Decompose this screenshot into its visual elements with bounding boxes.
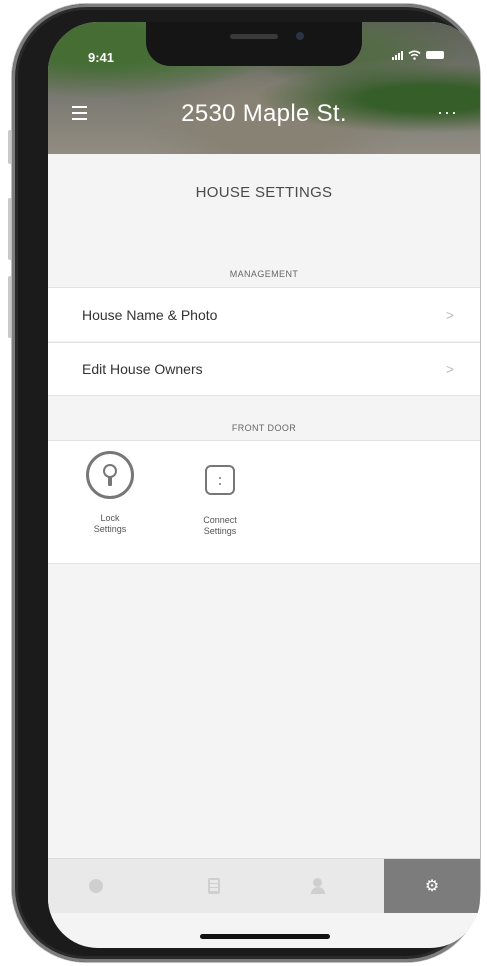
lock-icon [86,451,134,499]
section-header-front-door: FRONT DOOR [231,423,297,433]
tile-label: Lock [100,513,120,523]
connect-icon [205,465,235,495]
activity-icon [89,879,103,893]
edit-house-owners-row[interactable]: Edit House Owners > [48,342,480,396]
page-title: HOUSE SETTINGS [195,184,333,201]
section-header-management: MANAGEMENT [229,269,299,279]
guests-icon [311,878,333,894]
wifi-icon [408,50,421,60]
row-label: House Name & Photo [82,306,218,323]
front-camera [296,32,304,40]
home-indicator [200,934,330,939]
connect-settings-tile[interactable]: Connect Settings [180,451,260,537]
phone-frame: 9:41 2530 Maple St. ··· HOUSE SETTINGS M… [12,4,480,962]
tab-settings[interactable]: ⚙ [384,859,480,913]
speaker-grille [230,34,278,39]
battery-icon [426,51,444,59]
status-time: 9:41 [88,50,115,65]
signal-icon [392,50,403,60]
notch [146,22,362,66]
tab-activity[interactable] [48,859,144,913]
chevron-right-icon: > [445,306,454,323]
settings-gear-icon: ⚙ [424,878,440,895]
house-name-photo-row[interactable]: House Name & Photo > [48,287,480,341]
tab-guests[interactable] [274,859,370,913]
tile-label: Connect [203,515,237,525]
tile-label: Settings [203,526,237,536]
more-options-icon[interactable]: ··· [437,102,458,123]
bottom-tab-bar: ⚙ [48,858,480,913]
front-door-panel: Lock Settings Connect Settings [48,440,480,564]
tab-list[interactable] [166,859,262,913]
lock-settings-tile[interactable]: Lock Settings [70,451,150,535]
list-icon [208,878,220,894]
tile-label: Settings [93,524,127,534]
status-icons [392,50,444,60]
row-label: Edit House Owners [82,361,203,377]
phone-screen: 9:41 2530 Maple St. ··· HOUSE SETTINGS M… [48,22,480,948]
house-address-title: 2530 Maple St. [181,100,347,127]
chevron-right-icon: > [445,361,454,377]
